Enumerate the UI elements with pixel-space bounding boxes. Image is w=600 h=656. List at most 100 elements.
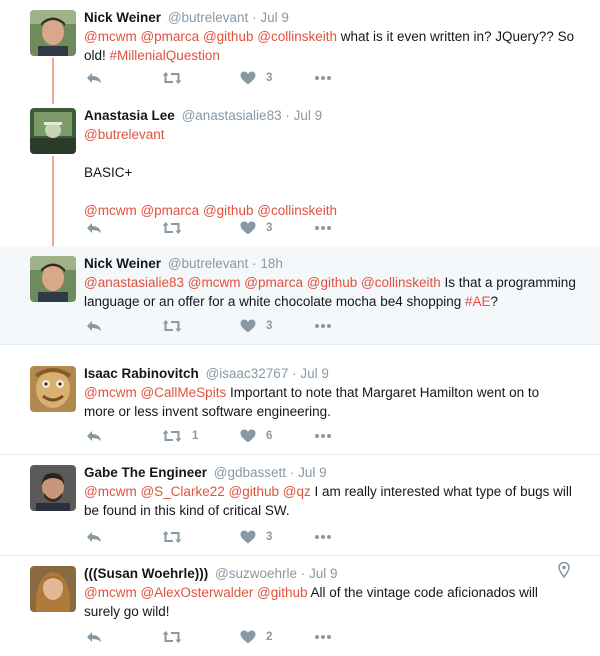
author-handle[interactable]: @gdbassett bbox=[214, 465, 286, 480]
avatar[interactable] bbox=[30, 566, 76, 612]
reply-icon bbox=[87, 73, 101, 83]
author-handle[interactable]: @anastasialie83 bbox=[182, 108, 282, 123]
tweet-text-line: @mcwm @AlexOsterwalder @github All of th… bbox=[84, 583, 584, 602]
reply-button[interactable] bbox=[86, 529, 102, 545]
avatar[interactable] bbox=[30, 108, 76, 154]
mention-link[interactable]: @pmarca bbox=[140, 203, 199, 218]
more-button[interactable] bbox=[314, 629, 332, 645]
author-handle[interactable]: @suzwoehrle bbox=[215, 566, 297, 581]
map-pin-icon[interactable] bbox=[558, 561, 570, 583]
mention-link[interactable]: @mcwm bbox=[84, 29, 137, 44]
like-button[interactable]: 6 bbox=[240, 428, 272, 444]
mention-link[interactable]: @AlexOsterwalder bbox=[140, 585, 253, 600]
text-span: Is that a programming bbox=[440, 275, 576, 290]
retweet-button[interactable] bbox=[162, 529, 192, 545]
avatar[interactable] bbox=[30, 10, 76, 56]
more-button[interactable] bbox=[314, 220, 332, 236]
hashtag-link[interactable]: #AE bbox=[465, 294, 491, 309]
retweet-button[interactable]: 1 bbox=[162, 428, 198, 444]
author-name[interactable]: Nick Weiner bbox=[84, 256, 161, 271]
like-button[interactable]: 3 bbox=[240, 318, 272, 334]
mention-link[interactable]: @butrelevant bbox=[84, 127, 165, 142]
more-dots-icon bbox=[315, 226, 331, 230]
reply-button[interactable] bbox=[86, 318, 102, 334]
reply-icon bbox=[87, 632, 101, 642]
more-dots-icon bbox=[315, 535, 331, 539]
avatar[interactable] bbox=[30, 366, 76, 412]
mention-link[interactable]: @github bbox=[203, 29, 254, 44]
mention-link[interactable]: @CallMeSpits bbox=[140, 385, 226, 400]
tweet[interactable]: Nick Weiner @butrelevant · Jul 9 @mcwm @… bbox=[0, 0, 600, 98]
mention-link[interactable]: @github bbox=[228, 484, 279, 499]
mention-link[interactable]: @mcwm bbox=[84, 203, 137, 218]
mention-link[interactable]: @qz bbox=[283, 484, 311, 499]
reply-button[interactable] bbox=[86, 70, 102, 86]
mention-link[interactable]: @collinskeith bbox=[257, 29, 337, 44]
heart-icon bbox=[240, 630, 256, 644]
retweet-icon bbox=[162, 631, 182, 643]
mention-link[interactable]: @mcwm bbox=[188, 275, 241, 290]
mention-link[interactable]: @mcwm bbox=[84, 585, 137, 600]
tweet-text: @butrelevant BASIC+ @mcwm @pmarca @github … bbox=[84, 125, 584, 220]
reply-icon bbox=[87, 321, 101, 331]
retweet-button[interactable] bbox=[162, 318, 192, 334]
like-button[interactable]: 3 bbox=[240, 70, 272, 86]
author-handle[interactable]: @isaac32767 bbox=[206, 366, 289, 381]
tweet-time[interactable]: 18h bbox=[260, 256, 283, 271]
avatar[interactable] bbox=[30, 256, 76, 302]
author-name[interactable]: Anastasia Lee bbox=[84, 108, 175, 123]
mention-link[interactable]: @S_Clarke22 bbox=[140, 484, 224, 499]
mention-link[interactable]: @github bbox=[257, 585, 308, 600]
retweet-icon bbox=[162, 320, 182, 332]
heart-icon bbox=[240, 221, 256, 235]
mention-link[interactable]: @mcwm bbox=[84, 484, 137, 499]
tweet-header: Nick Weiner @butrelevant · Jul 9 bbox=[84, 10, 289, 26]
mention-link[interactable]: @github bbox=[307, 275, 358, 290]
retweet-button[interactable] bbox=[162, 70, 192, 86]
author-handle[interactable]: @butrelevant bbox=[168, 10, 249, 25]
mention-link[interactable]: @collinskeith bbox=[361, 275, 441, 290]
like-button[interactable]: 3 bbox=[240, 529, 272, 545]
tweet[interactable]: (((Susan Woehrle))) @suzwoehrle · Jul 9 … bbox=[0, 556, 600, 656]
tweet-time[interactable]: Jul 9 bbox=[294, 108, 323, 123]
tweet-focused[interactable]: Nick Weiner @butrelevant · 18h @anastasi… bbox=[0, 246, 600, 344]
text-span: I am really interested what type of bugs… bbox=[310, 484, 572, 499]
retweet-button[interactable] bbox=[162, 629, 192, 645]
mention-link[interactable]: @pmarca bbox=[140, 29, 199, 44]
more-dots-icon bbox=[315, 324, 331, 328]
author-name[interactable]: Gabe The Engineer bbox=[84, 465, 207, 480]
hashtag-link[interactable]: #MillenialQuestion bbox=[110, 48, 220, 63]
tweet-time[interactable]: Jul 9 bbox=[309, 566, 338, 581]
reply-button[interactable] bbox=[86, 220, 102, 236]
more-button[interactable] bbox=[314, 529, 332, 545]
more-button[interactable] bbox=[314, 70, 332, 86]
more-button[interactable] bbox=[314, 428, 332, 444]
avatar[interactable] bbox=[30, 465, 76, 511]
tweet-header: (((Susan Woehrle))) @suzwoehrle · Jul 9 bbox=[84, 566, 338, 582]
mention-link[interactable]: @pmarca bbox=[244, 275, 303, 290]
tweet[interactable]: Gabe The Engineer @gdbassett · Jul 9 @mc… bbox=[0, 455, 600, 555]
tweet-time[interactable]: Jul 9 bbox=[260, 10, 289, 25]
tweet-time[interactable]: Jul 9 bbox=[300, 366, 329, 381]
tweet-time[interactable]: Jul 9 bbox=[298, 465, 327, 480]
mention-link[interactable]: @anastasialie83 bbox=[84, 275, 184, 290]
tweet[interactable]: Anastasia Lee @anastasialie83 · Jul 9 @b… bbox=[0, 98, 600, 246]
tweet-text-line: @mcwm @pmarca @github @collinskeith bbox=[84, 201, 584, 220]
author-name[interactable]: Isaac Rabinovitch bbox=[84, 366, 199, 381]
reply-button[interactable] bbox=[86, 428, 102, 444]
mention-link[interactable]: @mcwm bbox=[84, 385, 137, 400]
author-name[interactable]: Nick Weiner bbox=[84, 10, 161, 25]
mention-link[interactable]: @collinskeith bbox=[257, 203, 337, 218]
separator-dot: · bbox=[300, 566, 306, 581]
reply-button[interactable] bbox=[86, 629, 102, 645]
like-button[interactable]: 3 bbox=[240, 220, 272, 236]
like-button[interactable]: 2 bbox=[240, 629, 272, 645]
heart-icon bbox=[240, 429, 256, 443]
tweet[interactable]: Isaac Rabinovitch @isaac32767 · Jul 9 @m… bbox=[0, 356, 600, 454]
mention-link[interactable]: @github bbox=[203, 203, 254, 218]
heart-icon bbox=[240, 319, 256, 333]
author-handle[interactable]: @butrelevant bbox=[168, 256, 249, 271]
author-name[interactable]: (((Susan Woehrle))) bbox=[84, 566, 208, 581]
more-button[interactable] bbox=[314, 318, 332, 334]
retweet-button[interactable] bbox=[162, 220, 192, 236]
